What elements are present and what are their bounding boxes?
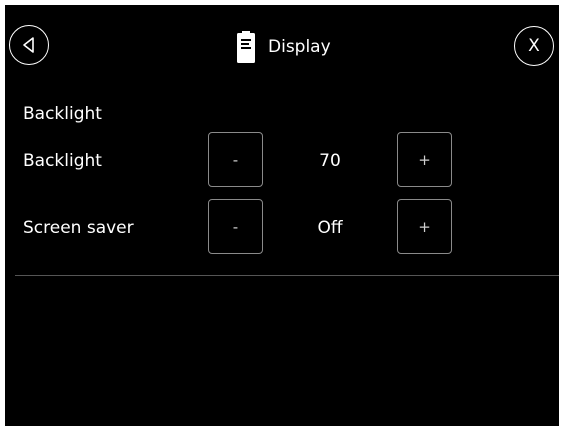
backlight-label: Backlight [23,151,102,171]
backlight-decrement-button[interactable]: - [208,132,263,187]
document-icon [236,30,256,64]
section-heading: Backlight [23,104,102,124]
header-title: Display [236,27,331,67]
page-title: Display [268,37,331,57]
close-button[interactable]: X [514,26,554,66]
screen-saver-increment-button[interactable]: + [397,199,452,254]
chevron-left-icon [23,37,34,53]
display-settings-screen: Display X Backlight Backlight - 70 + Scr… [5,5,559,426]
backlight-increment-button[interactable]: + [397,132,452,187]
screen-saver-value: Off [317,218,343,238]
close-icon: X [528,35,540,56]
divider [15,275,559,276]
backlight-value: 70 [319,151,341,171]
back-button[interactable] [9,25,49,65]
screen-saver-label: Screen saver [23,218,134,238]
screen-saver-decrement-button[interactable]: - [208,199,263,254]
